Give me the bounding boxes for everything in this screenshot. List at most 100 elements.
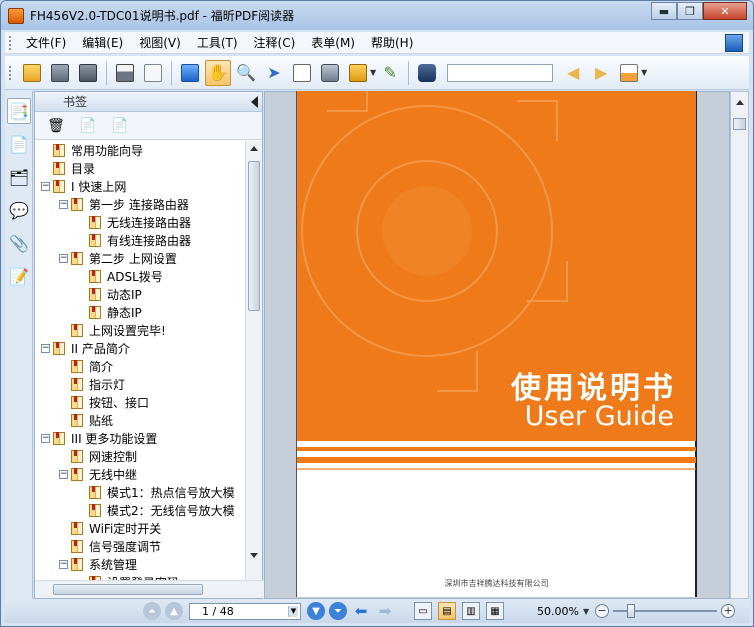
- bookmark-item[interactable]: 静态IP: [77, 303, 142, 321]
- collapse-panel-icon[interactable]: [251, 96, 258, 108]
- find-next-icon[interactable]: ▶: [588, 60, 614, 86]
- pages-tab-icon[interactable]: 📄: [7, 131, 31, 157]
- bookmark-item[interactable]: 模式2：无线信号放大模: [77, 501, 235, 519]
- zoom-slider[interactable]: [613, 604, 718, 618]
- chevron-down-icon[interactable]: ▼: [583, 607, 589, 616]
- facing-view-icon[interactable]: ▥: [462, 602, 480, 620]
- tree-expander-icon[interactable]: −: [41, 343, 50, 353]
- menu-comments[interactable]: 注释(C): [246, 34, 304, 51]
- email-icon[interactable]: [140, 60, 166, 86]
- bookmark-item[interactable]: − 第一步 连接路由器: [59, 195, 189, 213]
- tree-expander-icon[interactable]: −: [59, 559, 68, 569]
- zoom-out-icon[interactable]: −: [595, 604, 610, 618]
- bookmark-item[interactable]: − III 更多功能设置: [41, 429, 157, 447]
- typewriter-icon[interactable]: [289, 60, 315, 86]
- zoom-glass-icon[interactable]: 🔍: [233, 60, 259, 86]
- title-bar[interactable]: FH456V2.0-TDC01说明书.pdf - 福昕PDF阅读器 ▬ ❐ ✕: [1, 1, 753, 30]
- menu-file[interactable]: 文件(F): [18, 34, 74, 51]
- first-page-icon[interactable]: ⏶: [143, 602, 161, 620]
- tree-expander-icon[interactable]: −: [59, 199, 68, 209]
- find-previous-icon[interactable]: ◀: [560, 60, 586, 86]
- snapshot-icon[interactable]: [317, 60, 343, 86]
- attachments-tab-icon[interactable]: 📎: [7, 230, 31, 256]
- zoom-level[interactable]: 50.00%: [537, 605, 579, 618]
- bookmark-item[interactable]: 贴纸: [59, 411, 113, 429]
- layers-tab-icon[interactable]: 🗂: [7, 164, 31, 190]
- add-bookmark-icon[interactable]: 📄: [77, 116, 99, 136]
- bookmark-item[interactable]: 目录: [41, 159, 95, 177]
- close-button[interactable]: ✕: [703, 2, 747, 20]
- bookmark-item[interactable]: 模式1：热点信号放大模: [77, 483, 235, 501]
- save-icon[interactable]: [47, 60, 73, 86]
- scroll-thumb[interactable]: [248, 161, 260, 311]
- last-page-icon[interactable]: ⏷: [329, 602, 347, 620]
- bookmark-item[interactable]: 上网设置完毕!: [59, 321, 166, 339]
- go-back-icon[interactable]: ⬅: [351, 602, 371, 620]
- bookmark-item[interactable]: 网速控制: [59, 447, 137, 465]
- continuous-view-icon[interactable]: ▤: [438, 602, 456, 620]
- chevron-down-icon[interactable]: ▼: [370, 68, 376, 77]
- document-scroll-thumb[interactable]: [733, 118, 746, 130]
- minimize-button[interactable]: ▬: [651, 2, 677, 20]
- find-binoculars-icon[interactable]: [414, 60, 440, 86]
- maximize-view-icon[interactable]: [725, 34, 743, 52]
- zoom-in-icon[interactable]: +: [721, 604, 736, 618]
- zoom-slider-handle[interactable]: [627, 604, 636, 618]
- maximize-button[interactable]: ❐: [677, 2, 703, 20]
- print-icon[interactable]: [112, 60, 138, 86]
- bookmarks-vertical-scrollbar[interactable]: [245, 141, 262, 581]
- menu-tools[interactable]: 工具(T): [189, 34, 246, 51]
- bookmarks-tab-icon[interactable]: 📑: [7, 98, 31, 124]
- bookmark-item[interactable]: 指示灯: [59, 375, 125, 393]
- comments-tab-icon[interactable]: 💬: [7, 197, 31, 223]
- toolbar-grip[interactable]: [9, 65, 12, 80]
- bookmark-item[interactable]: − 无线中继: [59, 465, 137, 483]
- menu-help[interactable]: 帮助(H): [363, 34, 421, 51]
- bookmark-item[interactable]: 按钮、接口: [59, 393, 149, 411]
- tree-expander-icon[interactable]: −: [41, 181, 50, 191]
- tree-expander-icon[interactable]: −: [59, 469, 68, 479]
- document-page[interactable]: 使用说明书 User Guide 深圳市吉祥腾达科技有限公司: [296, 91, 697, 597]
- bookmark-item[interactable]: 有线连接路由器: [77, 231, 191, 249]
- menu-grip[interactable]: [9, 35, 12, 50]
- bookmark-item[interactable]: − I 快速上网: [41, 177, 126, 195]
- signatures-tab-icon[interactable]: 📝: [7, 263, 31, 289]
- menu-forms[interactable]: 表单(M): [303, 34, 363, 51]
- next-page-icon[interactable]: ▼: [307, 602, 325, 620]
- bookmark-item[interactable]: 简介: [59, 357, 113, 375]
- go-forward-icon[interactable]: ➡: [375, 602, 395, 620]
- bookmark-item[interactable]: 信号强度调节: [59, 537, 161, 555]
- bookmarks-horizontal-scrollbar[interactable]: [35, 580, 264, 598]
- select-arrow-icon[interactable]: ➤: [261, 60, 287, 86]
- hand-tool-icon[interactable]: ✋: [205, 59, 231, 86]
- bookmark-item[interactable]: 动态IP: [77, 285, 142, 303]
- scroll-down-icon[interactable]: [250, 553, 258, 558]
- search-options-icon[interactable]: [616, 60, 642, 86]
- bookmark-item[interactable]: − 系统管理: [59, 555, 137, 573]
- tree-expander-icon[interactable]: −: [41, 433, 50, 443]
- horizontal-scroll-thumb[interactable]: [53, 584, 203, 595]
- bookmark-item[interactable]: WiFi定时开关: [59, 519, 161, 537]
- open-folder-icon[interactable]: [19, 60, 45, 86]
- tree-expander-icon[interactable]: −: [59, 253, 68, 263]
- save-as-icon[interactable]: [75, 60, 101, 86]
- bookmark-item[interactable]: − 第二步 上网设置: [59, 249, 177, 267]
- continuous-facing-view-icon[interactable]: ▦: [486, 602, 504, 620]
- search-input[interactable]: [447, 63, 554, 82]
- document-vertical-scrollbar[interactable]: [730, 91, 749, 599]
- sign-pen-icon[interactable]: ✎: [377, 60, 403, 86]
- menu-view[interactable]: 视图(V): [131, 34, 189, 51]
- bookmark-item[interactable]: 无线连接路由器: [77, 213, 191, 231]
- scroll-up-icon[interactable]: [250, 146, 258, 151]
- single-page-view-icon[interactable]: ▭: [414, 602, 432, 620]
- rms-lock-icon[interactable]: [345, 60, 371, 86]
- fullscreen-icon[interactable]: [177, 60, 203, 86]
- chevron-down-icon[interactable]: ▼: [641, 68, 647, 77]
- foxit-app-icon[interactable]: [8, 7, 24, 24]
- previous-page-icon[interactable]: ▲: [165, 602, 183, 620]
- scroll-up-icon[interactable]: [736, 100, 744, 105]
- delete-bookmark-icon[interactable]: 🗑: [45, 116, 67, 136]
- bookmark-item[interactable]: 常用功能向导: [41, 141, 143, 159]
- chevron-down-icon[interactable]: ▼: [288, 605, 298, 617]
- bookmark-item[interactable]: ADSL拨号: [77, 267, 163, 285]
